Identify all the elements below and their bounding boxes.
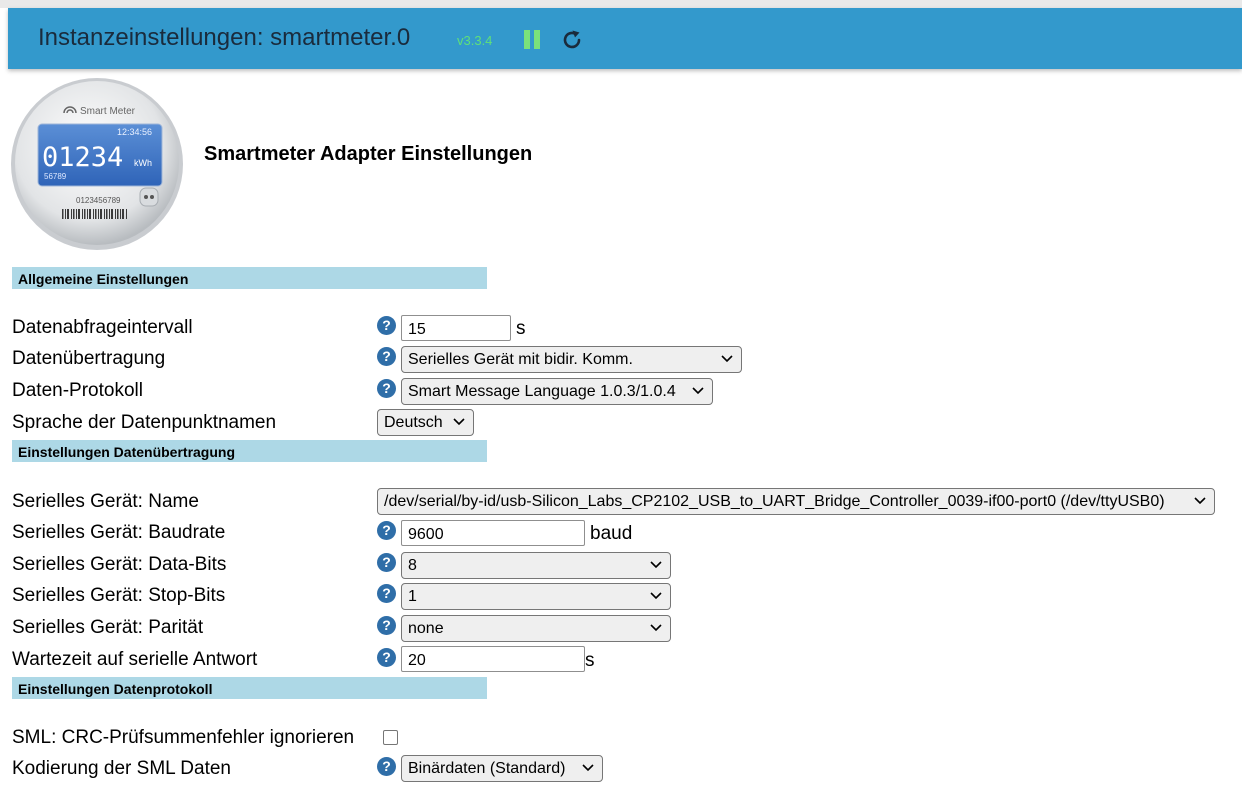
language-select-value: Deutsch [384,414,443,431]
label-interval: Datenabfrageintervall [12,317,193,338]
encoding-select[interactable]: Binärdaten (Standard) [401,755,603,782]
interval-unit: s [516,318,526,339]
label-parity: Serielles Gerät: Parität [12,617,204,638]
timeout-unit: s [585,650,595,671]
label-timeout: Wartezeit auf serielle Antwort [12,649,258,670]
transfer-select-value: Serielles Gerät mit bidir. Komm. [408,351,633,368]
page-title: Smartmeter Adapter Einstellungen [204,143,533,165]
chevron-down-icon [692,387,704,395]
chevron-down-icon [650,624,662,632]
header-title: Instanzeinstellungen: smartmeter.0 [38,24,411,51]
help-icon[interactable]: ? [377,347,396,366]
chevron-down-icon [721,355,733,363]
transfer-select[interactable]: Serielles Gerät mit bidir. Komm. [401,346,742,373]
logo-brand: Smart Meter [80,106,136,117]
help-icon[interactable]: ? [377,648,396,667]
label-databits: Serielles Gerät: Data-Bits [12,554,227,575]
label-protocol: Daten-Protokoll [12,380,143,401]
databits-select-value: 8 [408,557,417,574]
databits-select[interactable]: 8 [401,552,671,579]
label-language: Sprache der Datenpunktnamen [12,412,277,433]
timeout-input[interactable]: 20 [401,646,585,672]
header-bar: Instanzeinstellungen: smartmeter.0 v3.3.… [8,8,1242,69]
section-protocol: Einstellungen Datenprotokoll [12,677,487,699]
serial-name-select-value: /dev/serial/by-id/usb-Silicon_Labs_CP210… [384,493,1165,510]
label-baudrate: Serielles Gerät: Baudrate [12,522,226,543]
help-icon[interactable]: ? [377,553,396,572]
help-icon[interactable]: ? [377,616,396,635]
pause-icon[interactable] [523,30,541,49]
stopbits-select-value: 1 [408,588,417,605]
chevron-down-icon [650,561,662,569]
logo-time: 12:34:56 [117,127,152,137]
logo-sub: 56789 [44,172,67,181]
baudrate-unit: baud [590,523,633,544]
logo-serial: 0123456789 [76,196,121,205]
logo-unit: kWh [134,158,152,168]
parity-select-value: none [408,620,444,637]
help-icon[interactable]: ? [377,521,396,540]
baudrate-input[interactable]: 9600 [401,520,585,546]
help-icon[interactable]: ? [377,757,396,776]
parity-select[interactable]: none [401,615,671,642]
reload-icon[interactable] [560,28,584,52]
smartmeter-logo: Smart Meter 12:34:56 01234 kWh 56789 012… [10,72,200,258]
chevron-down-icon [453,418,465,426]
label-encoding: Kodierung der SML Daten [12,758,231,779]
chevron-down-icon [650,592,662,600]
chevron-down-icon [1194,497,1206,505]
window-top-strip [0,0,1242,8]
version-label: v3.3.4 [457,33,493,48]
label-serial-name: Serielles Gerät: Name [12,491,199,512]
section-transfer: Einstellungen Datenübertragung [12,440,487,462]
stopbits-select[interactable]: 1 [401,583,671,610]
serial-name-select[interactable]: /dev/serial/by-id/usb-Silicon_Labs_CP210… [377,488,1215,515]
help-icon[interactable]: ? [377,316,396,335]
label-crc: SML: CRC-Prüfsummenfehler ignorieren [12,727,355,748]
crc-checkbox[interactable] [383,730,398,745]
protocol-select[interactable]: Smart Message Language 1.0.3/1.0.4 [401,378,713,405]
chevron-down-icon [582,764,594,772]
interval-input[interactable]: 15 [401,315,511,341]
label-transfer: Datenübertragung [12,348,166,369]
encoding-select-value: Binärdaten (Standard) [408,760,566,777]
language-select[interactable]: Deutsch [377,409,474,436]
protocol-select-value: Smart Message Language 1.0.3/1.0.4 [408,383,676,400]
logo-reading: 01234 [42,142,123,173]
help-icon[interactable]: ? [377,379,396,398]
help-icon[interactable]: ? [377,584,396,603]
section-general: Allgemeine Einstellungen [12,267,487,289]
label-stopbits: Serielles Gerät: Stop-Bits [12,585,226,606]
